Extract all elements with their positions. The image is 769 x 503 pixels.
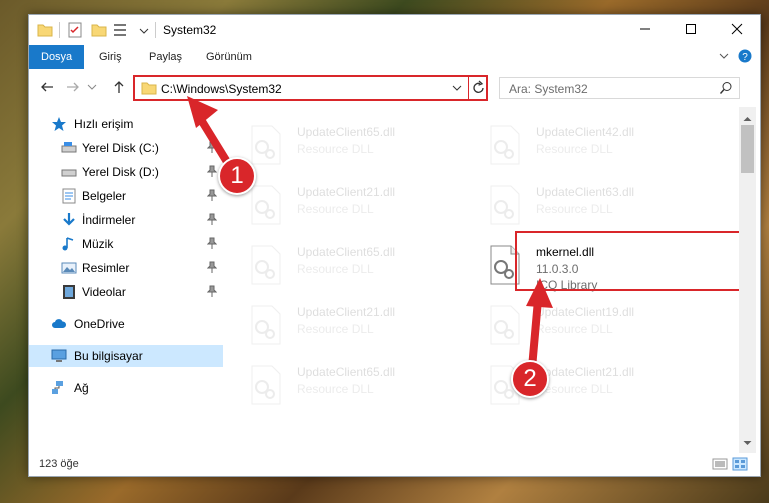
- step-2-badge: 2: [511, 360, 549, 398]
- step-1-badge: 1: [218, 157, 256, 195]
- annotation-arrows: [187, 96, 553, 372]
